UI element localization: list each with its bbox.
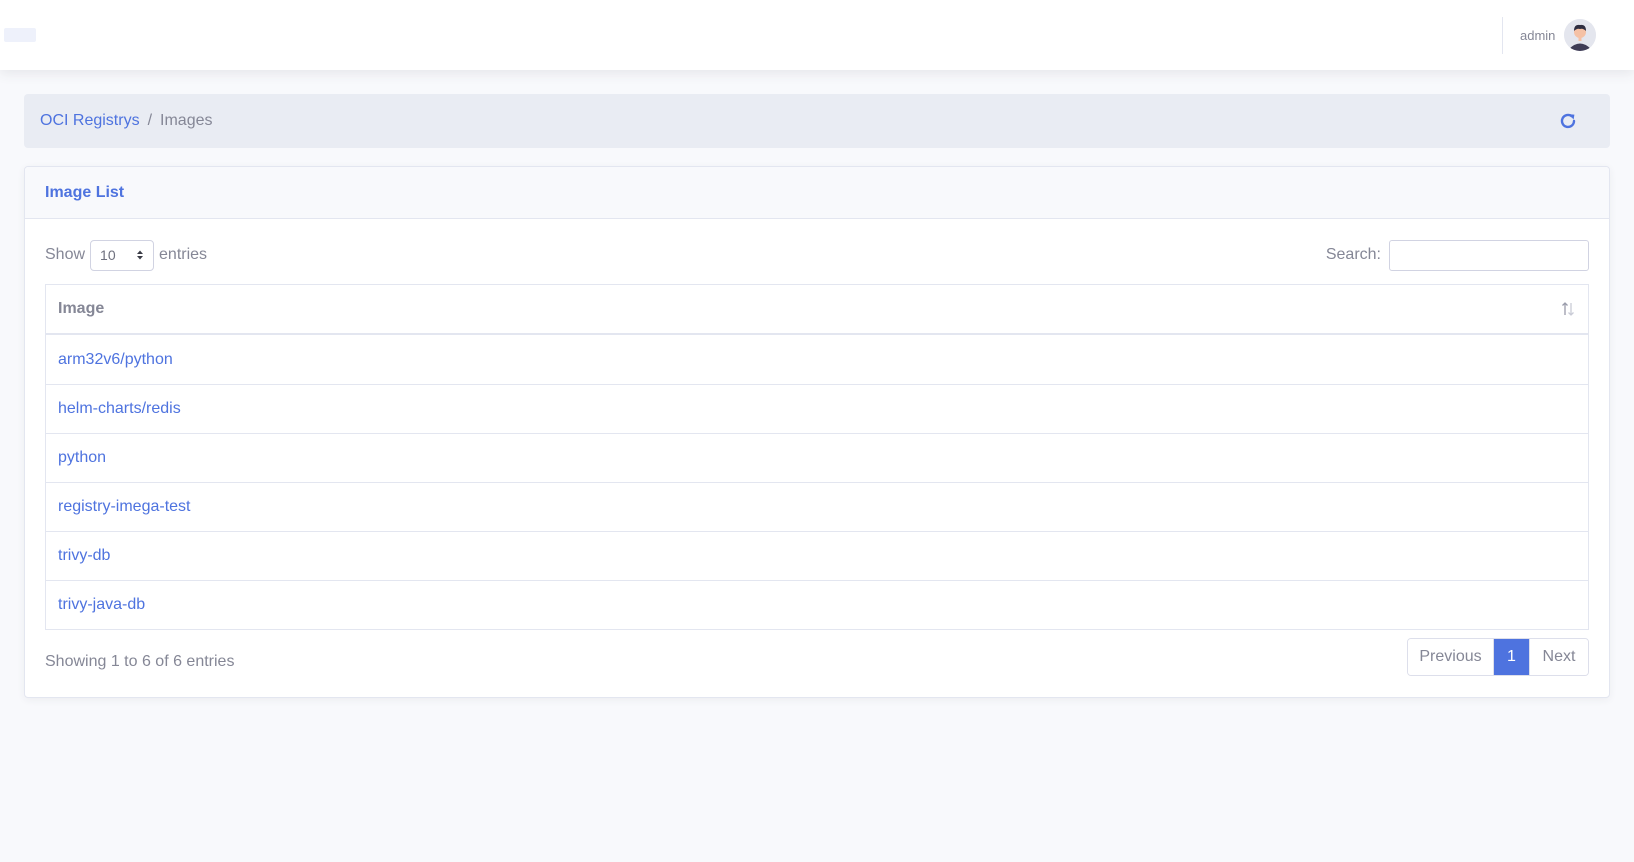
search-control: Search: (1326, 239, 1589, 271)
image-link[interactable]: registry-imega-test (58, 498, 190, 516)
table-row: trivy-db (46, 531, 1588, 580)
show-label: Show (45, 246, 86, 263)
table-row: python (46, 433, 1588, 482)
table-header-image[interactable]: Image (46, 285, 1588, 335)
user-name: admin (1520, 27, 1556, 43)
image-table: Image arm32v6/python helm-charts/redis p… (45, 284, 1589, 630)
search-input[interactable] (1389, 239, 1589, 271)
table-row: trivy-java-db (46, 580, 1588, 629)
user-avatar-icon (1564, 19, 1597, 51)
table-info: Showing 1 to 6 of 6 entries (45, 653, 235, 670)
page-length-select[interactable]: 10 (90, 239, 155, 271)
next-button[interactable]: Next (1529, 639, 1588, 675)
column-header-image: Image (58, 300, 105, 317)
image-link[interactable]: helm-charts/redis (58, 400, 181, 418)
card-header: Image List (25, 167, 1609, 219)
image-link[interactable]: trivy-java-db (58, 596, 145, 614)
search-label: Search: (1325, 246, 1381, 263)
table-row: registry-imega-test (46, 482, 1588, 531)
refresh-button[interactable] (1556, 109, 1580, 133)
table-body: arm32v6/python helm-charts/redis python … (46, 335, 1588, 629)
image-link[interactable]: python (58, 449, 106, 467)
breadcrumb: OCI Registrys / Images (24, 94, 1610, 148)
breadcrumb-current: Images (160, 112, 213, 129)
topbar-divider (1502, 17, 1503, 54)
page-1-button[interactable]: 1 (1494, 639, 1529, 675)
card-title: Image List (45, 183, 125, 201)
breadcrumb-oci-registrys[interactable]: OCI Registrys (40, 112, 140, 130)
entries-label: entries (159, 246, 208, 263)
table-row: helm-charts/redis (46, 384, 1588, 433)
previous-button[interactable]: Previous (1408, 639, 1494, 675)
page-length-value: 10 (100, 247, 116, 263)
brand-logo-placeholder (4, 28, 36, 42)
select-caret-icon (137, 250, 144, 260)
sort-icon (1560, 301, 1576, 317)
table-controls: Show 10 entries Search: (45, 239, 1589, 271)
page-length-control: Show 10 entries (45, 239, 207, 271)
image-list-card: Image List Show 10 entries Search: Image (24, 166, 1610, 698)
image-link[interactable]: arm32v6/python (58, 351, 173, 369)
refresh-icon (1560, 113, 1576, 129)
pagination: Previous 1 Next (1407, 638, 1589, 676)
image-link[interactable]: trivy-db (58, 547, 110, 565)
breadcrumb-separator: / (147, 112, 153, 129)
topbar: admin (0, 0, 1634, 70)
table-row: arm32v6/python (46, 335, 1588, 384)
avatar (1564, 19, 1597, 51)
user-menu[interactable]: admin (1520, 18, 1597, 52)
